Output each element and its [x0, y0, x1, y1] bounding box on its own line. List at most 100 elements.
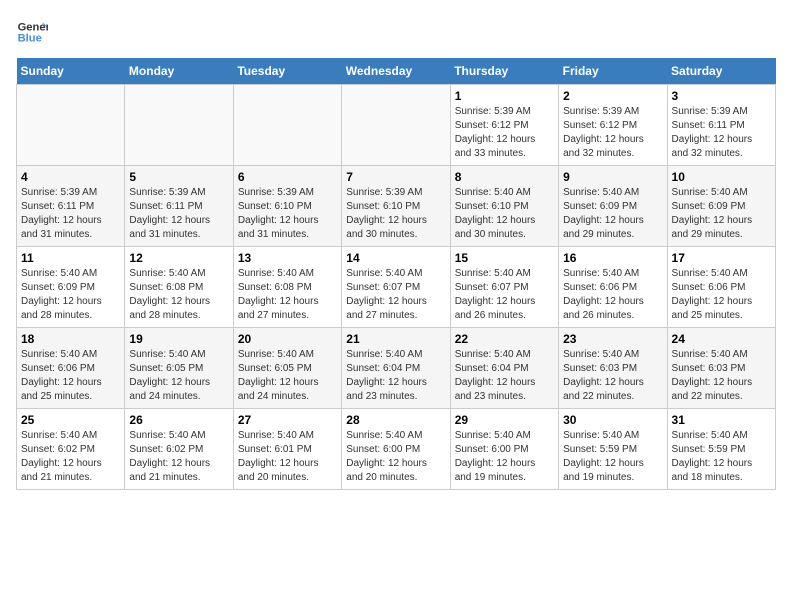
day-number: 13	[238, 251, 337, 265]
day-info: Sunrise: 5:40 AM Sunset: 6:10 PM Dayligh…	[455, 186, 554, 242]
day-info: Sunrise: 5:40 AM Sunset: 6:04 PM Dayligh…	[346, 348, 445, 404]
day-number: 29	[455, 413, 554, 427]
calendar-cell: 5 Sunrise: 5:39 AM Sunset: 6:11 PM Daylig…	[125, 166, 233, 247]
calendar-cell: 21Sunrise: 5:40 AM Sunset: 6:04 PM Dayli…	[342, 328, 450, 409]
day-number: 30	[563, 413, 662, 427]
calendar-cell: 27 Sunrise: 5:40 AM Sunset: 6:01 PM Dayli…	[233, 409, 341, 490]
day-header-wednesday: Wednesday	[342, 58, 450, 85]
page-header: General Blue	[16, 16, 776, 48]
svg-text:Blue: Blue	[18, 33, 42, 45]
day-number: 31	[672, 413, 771, 427]
day-info: Sunrise: 5:39 AM Sunset: 6:11 PM Dayligh…	[672, 105, 771, 161]
day-number: 27	[238, 413, 337, 427]
day-info: Sunrise: 5:39 AM Sunset: 6:10 PM Dayligh…	[238, 186, 337, 242]
day-info: Sunrise: 5:40 AM Sunset: 6:03 PM Dayligh…	[672, 348, 771, 404]
day-header-friday: Friday	[559, 58, 667, 85]
day-number: 19	[129, 332, 228, 346]
calendar-cell	[125, 85, 233, 166]
day-info: Sunrise: 5:40 AM Sunset: 6:09 PM Dayligh…	[21, 267, 120, 323]
calendar-cell: 16Sunrise: 5:40 AM Sunset: 6:06 PM Dayli…	[559, 247, 667, 328]
day-info: Sunrise: 5:40 AM Sunset: 6:08 PM Dayligh…	[129, 267, 228, 323]
day-number: 4	[21, 170, 120, 184]
logo: General Blue	[16, 16, 48, 48]
logo-icon: General Blue	[16, 16, 48, 48]
day-info: Sunrise: 5:40 AM Sunset: 6:07 PM Dayligh…	[346, 267, 445, 323]
calendar-cell: 18 Sunrise: 5:40 AM Sunset: 6:06 PM Dayli…	[17, 328, 125, 409]
day-number: 18	[21, 332, 120, 346]
day-info: Sunrise: 5:40 AM Sunset: 6:06 PM Dayligh…	[672, 267, 771, 323]
week-row-1: 4 Sunrise: 5:39 AM Sunset: 6:11 PM Daylig…	[17, 166, 776, 247]
calendar-cell: 25 Sunrise: 5:40 AM Sunset: 6:02 PM Dayli…	[17, 409, 125, 490]
day-info: Sunrise: 5:40 AM Sunset: 5:59 PM Dayligh…	[563, 429, 662, 485]
day-number: 9	[563, 170, 662, 184]
day-number: 24	[672, 332, 771, 346]
calendar-cell: 1Sunrise: 5:39 AM Sunset: 6:12 PM Daylig…	[450, 85, 558, 166]
calendar-cell: 15Sunrise: 5:40 AM Sunset: 6:07 PM Dayli…	[450, 247, 558, 328]
calendar-cell: 22Sunrise: 5:40 AM Sunset: 6:04 PM Dayli…	[450, 328, 558, 409]
day-number: 17	[672, 251, 771, 265]
day-info: Sunrise: 5:39 AM Sunset: 6:10 PM Dayligh…	[346, 186, 445, 242]
day-info: Sunrise: 5:39 AM Sunset: 6:12 PM Dayligh…	[455, 105, 554, 161]
calendar-cell: 3 Sunrise: 5:39 AM Sunset: 6:11 PM Daylig…	[667, 85, 775, 166]
day-info: Sunrise: 5:40 AM Sunset: 6:03 PM Dayligh…	[563, 348, 662, 404]
day-number: 23	[563, 332, 662, 346]
day-number: 6	[238, 170, 337, 184]
day-header-tuesday: Tuesday	[233, 58, 341, 85]
day-info: Sunrise: 5:40 AM Sunset: 6:02 PM Dayligh…	[129, 429, 228, 485]
day-number: 25	[21, 413, 120, 427]
day-info: Sunrise: 5:40 AM Sunset: 6:06 PM Dayligh…	[563, 267, 662, 323]
day-info: Sunrise: 5:40 AM Sunset: 6:00 PM Dayligh…	[346, 429, 445, 485]
day-number: 12	[129, 251, 228, 265]
day-info: Sunrise: 5:40 AM Sunset: 6:08 PM Dayligh…	[238, 267, 337, 323]
day-info: Sunrise: 5:40 AM Sunset: 6:02 PM Dayligh…	[21, 429, 120, 485]
week-row-0: 1Sunrise: 5:39 AM Sunset: 6:12 PM Daylig…	[17, 85, 776, 166]
calendar-cell: 14 Sunrise: 5:40 AM Sunset: 6:07 PM Dayli…	[342, 247, 450, 328]
day-header-row: SundayMondayTuesdayWednesdayThursdayFrid…	[17, 58, 776, 85]
calendar-cell: 11Sunrise: 5:40 AM Sunset: 6:09 PM Dayli…	[17, 247, 125, 328]
day-info: Sunrise: 5:39 AM Sunset: 6:11 PM Dayligh…	[21, 186, 120, 242]
calendar-cell: 13 Sunrise: 5:40 AM Sunset: 6:08 PM Dayli…	[233, 247, 341, 328]
svg-text:General: General	[18, 21, 48, 33]
calendar-cell	[342, 85, 450, 166]
day-info: Sunrise: 5:40 AM Sunset: 6:05 PM Dayligh…	[129, 348, 228, 404]
day-header-monday: Monday	[125, 58, 233, 85]
day-number: 5	[129, 170, 228, 184]
calendar-cell: 19 Sunrise: 5:40 AM Sunset: 6:05 PM Dayli…	[125, 328, 233, 409]
calendar-cell: 8 Sunrise: 5:40 AM Sunset: 6:10 PM Daylig…	[450, 166, 558, 247]
calendar-table: SundayMondayTuesdayWednesdayThursdayFrid…	[16, 58, 776, 490]
day-number: 7	[346, 170, 445, 184]
day-header-thursday: Thursday	[450, 58, 558, 85]
calendar-cell: 12 Sunrise: 5:40 AM Sunset: 6:08 PM Dayli…	[125, 247, 233, 328]
calendar-cell: 6 Sunrise: 5:39 AM Sunset: 6:10 PM Daylig…	[233, 166, 341, 247]
calendar-cell: 2Sunrise: 5:39 AM Sunset: 6:12 PM Daylig…	[559, 85, 667, 166]
day-header-sunday: Sunday	[17, 58, 125, 85]
week-row-4: 25 Sunrise: 5:40 AM Sunset: 6:02 PM Dayli…	[17, 409, 776, 490]
day-number: 3	[672, 89, 771, 103]
day-number: 26	[129, 413, 228, 427]
week-row-2: 11Sunrise: 5:40 AM Sunset: 6:09 PM Dayli…	[17, 247, 776, 328]
day-number: 20	[238, 332, 337, 346]
day-number: 10	[672, 170, 771, 184]
day-number: 15	[455, 251, 554, 265]
calendar-cell: 24 Sunrise: 5:40 AM Sunset: 6:03 PM Dayli…	[667, 328, 775, 409]
calendar-cell	[233, 85, 341, 166]
day-info: Sunrise: 5:40 AM Sunset: 6:01 PM Dayligh…	[238, 429, 337, 485]
calendar-cell: 23 Sunrise: 5:40 AM Sunset: 6:03 PM Dayli…	[559, 328, 667, 409]
calendar-cell: 28 Sunrise: 5:40 AM Sunset: 6:00 PM Dayli…	[342, 409, 450, 490]
day-info: Sunrise: 5:40 AM Sunset: 6:09 PM Dayligh…	[563, 186, 662, 242]
day-info: Sunrise: 5:40 AM Sunset: 6:05 PM Dayligh…	[238, 348, 337, 404]
calendar-cell: 9 Sunrise: 5:40 AM Sunset: 6:09 PM Daylig…	[559, 166, 667, 247]
day-info: Sunrise: 5:40 AM Sunset: 6:00 PM Dayligh…	[455, 429, 554, 485]
calendar-cell: 26 Sunrise: 5:40 AM Sunset: 6:02 PM Dayli…	[125, 409, 233, 490]
calendar-cell: 7 Sunrise: 5:39 AM Sunset: 6:10 PM Daylig…	[342, 166, 450, 247]
calendar-cell: 30 Sunrise: 5:40 AM Sunset: 5:59 PM Dayli…	[559, 409, 667, 490]
day-info: Sunrise: 5:39 AM Sunset: 6:11 PM Dayligh…	[129, 186, 228, 242]
week-row-3: 18 Sunrise: 5:40 AM Sunset: 6:06 PM Dayli…	[17, 328, 776, 409]
day-number: 14	[346, 251, 445, 265]
day-info: Sunrise: 5:40 AM Sunset: 6:06 PM Dayligh…	[21, 348, 120, 404]
day-number: 8	[455, 170, 554, 184]
calendar-cell: 17 Sunrise: 5:40 AM Sunset: 6:06 PM Dayli…	[667, 247, 775, 328]
calendar-cell: 20 Sunrise: 5:40 AM Sunset: 6:05 PM Dayli…	[233, 328, 341, 409]
calendar-cell: 10Sunrise: 5:40 AM Sunset: 6:09 PM Dayli…	[667, 166, 775, 247]
day-number: 28	[346, 413, 445, 427]
